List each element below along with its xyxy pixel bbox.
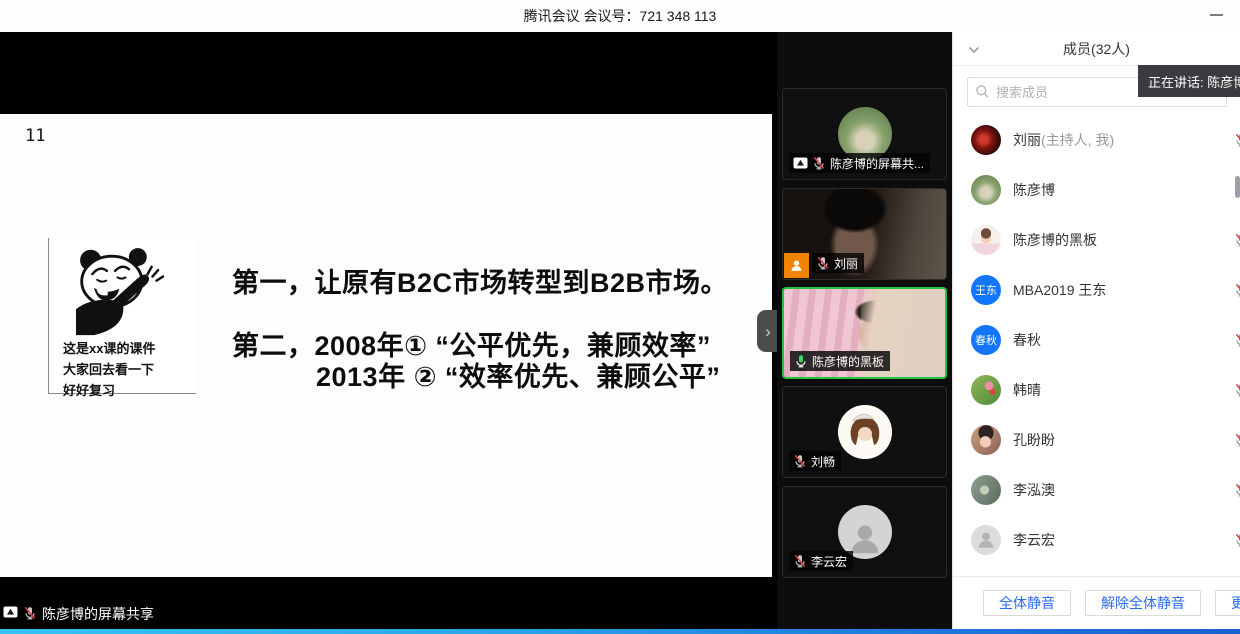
muted-mic-icon [812,156,826,170]
member-row[interactable]: 陈彦博 [953,165,1240,215]
tencent-meeting-window: 腾讯会议 会议号：721 348 113 11 [0,0,1240,634]
meme-caption-line: 好好复习 [63,380,155,401]
tile-name-label: 李云宏 [789,551,853,571]
member-row[interactable]: 王东 MBA2019 王东 [953,265,1240,315]
video-strip-collapse-handle[interactable]: › [757,310,779,352]
member-row[interactable]: 春秋春秋 [953,315,1240,365]
members-panel-footer: 全体静音 解除全体静音 更多 [953,576,1240,629]
avatar [971,425,1001,455]
member-name: 刘丽(主持人, 我) [1013,130,1114,150]
muted-mic-icon [793,554,807,568]
avatar [971,175,1001,205]
unmute-all-button[interactable]: 解除全体静音 [1085,590,1201,616]
avatar [838,405,892,459]
minimize-icon [1210,14,1223,16]
member-name: 陈彦博的黑板 [1013,230,1097,250]
avatar [971,125,1001,155]
avatar [971,375,1001,405]
member-name: 李泓澳 [1013,480,1055,500]
video-tile[interactable]: 刘丽 [782,188,947,280]
participant-name: 陈彦博的屏幕共... [830,155,924,172]
avatar: 王东 [971,275,1001,305]
tile-name-label: 刘畅 [789,451,841,471]
video-tile[interactable]: 陈彦博的黑板 [782,287,947,379]
participant-name: 刘畅 [811,453,835,470]
slide-text-line-1: 第一，让原有B2C市场转型到B2B市场。 [232,261,728,300]
slide-text-line-3: 2013年 ② “效率优先、兼顾公平” [316,355,720,394]
muted-mic-icon [1234,483,1240,497]
chevron-right-icon: › [765,323,771,340]
participant-name: 李云宏 [811,553,847,570]
window-bottom-edge [0,629,1240,634]
muted-mic-icon [1234,233,1240,247]
tile-name-label: 陈彦博的黑板 [790,351,890,371]
member-list: 刘丽(主持人, 我)陈彦博陈彦博的黑板王东MBA2019 王东春秋春秋韩晴孔盼盼… [953,115,1240,575]
muted-mic-icon [1234,433,1240,447]
muted-mic-icon [793,454,807,468]
scrollbar-thumb[interactable] [1235,176,1240,198]
screen-share-icon [3,606,18,622]
member-name: 李云宏 [1013,530,1055,550]
muted-mic-icon [816,256,830,270]
muted-mic-icon [23,606,37,623]
member-name: 韩晴 [1013,380,1041,400]
screen-share-banner-label: 陈彦博的屏幕共享 [42,604,154,624]
member-row[interactable]: 陈彦博的黑板 [953,215,1240,265]
minimize-button[interactable] [1206,6,1226,24]
meeting-title: 腾讯会议 会议号：721 348 113 [524,6,717,26]
screen-share-banner: 陈彦博的屏幕共享 [3,603,154,625]
member-name: MBA2019 王东 [1013,280,1106,300]
muted-mic-icon [1234,133,1240,147]
meme-caption-line: 这是xx课的课件 [63,338,155,359]
meme-caption: 这是xx课的课件 大家回去看一下 好好复习 [63,338,155,401]
muted-mic-icon [1234,533,1240,547]
avatar [971,225,1001,255]
member-row[interactable]: 李云宏 [953,515,1240,565]
video-strip: 陈彦博的屏幕共... 刘丽陈彦博的黑板刘畅李云宏 [777,32,952,629]
panel-collapse-button[interactable] [965,41,983,59]
more-button[interactable]: 更多 [1215,590,1240,616]
member-row[interactable]: 李泓澳 [953,465,1240,515]
muted-mic-icon [1234,333,1240,347]
member-row[interactable]: 韩晴 [953,365,1240,415]
mute-all-button[interactable]: 全体静音 [983,590,1071,616]
video-tile[interactable]: 陈彦博的屏幕共... [782,88,947,180]
screen-share-icon [793,157,808,170]
participant-name: 陈彦博的黑板 [812,353,884,370]
tile-name-label: 陈彦博的屏幕共... [789,153,930,173]
tile-name-label: 刘丽 [812,253,864,273]
member-name: 春秋 [1013,330,1041,350]
search-icon [975,84,990,99]
chevron-down-icon [968,46,980,54]
member-row[interactable]: 刘丽(主持人, 我) [953,115,1240,165]
shared-screen-area: 11 这是xx课的课件 大家回去看一下 [0,32,777,629]
speaking-now-tooltip: 正在讲话: 陈彦博 [1138,65,1240,97]
muted-mic-icon [1234,283,1240,297]
avatar [971,525,1001,555]
panda-meme-image: 这是xx课的课件 大家回去看一下 好好复习 [48,238,196,394]
members-panel-title: 成员(32人) [1063,39,1130,59]
video-tile[interactable]: 李云宏 [782,486,947,578]
host-badge-icon [784,253,809,278]
member-row[interactable]: 孔盼盼 [953,415,1240,465]
window-titlebar: 腾讯会议 会议号：721 348 113 [0,0,1240,32]
video-tile[interactable]: 刘畅 [782,386,947,478]
avatar: 春秋 [971,325,1001,355]
panda-meme-drawing [63,246,185,338]
member-name: 陈彦博 [1013,180,1055,200]
members-panel-header: 成员(32人) [953,32,1240,66]
presentation-slide: 11 这是xx课的课件 大家回去看一下 [0,114,772,577]
meme-caption-line: 大家回去看一下 [63,359,155,380]
muted-mic-icon [1234,383,1240,397]
members-panel: 成员(32人) 正在讲话: 陈彦博 刘丽(主持人, 我) 陈彦博陈彦博的黑板王东 M… [952,32,1240,629]
slide-page-number: 11 [25,126,45,146]
active-mic-icon [794,354,808,368]
member-name: 孔盼盼 [1013,430,1055,450]
avatar [971,475,1001,505]
participant-name: 刘丽 [834,255,858,272]
member-role-suffix: (主持人, 我) [1041,132,1114,148]
